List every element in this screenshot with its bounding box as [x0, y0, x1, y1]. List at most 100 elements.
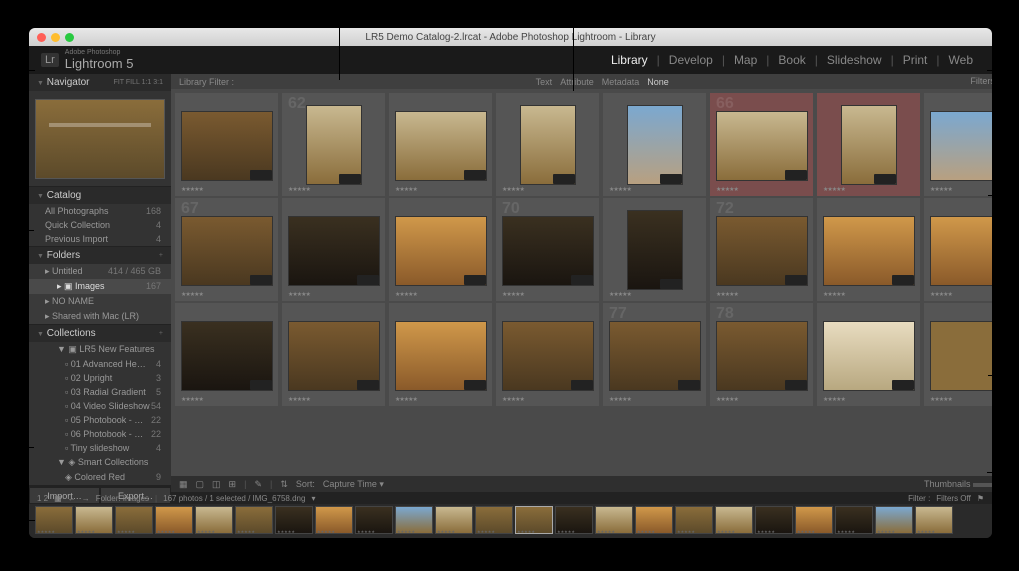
filter-tab-none[interactable]: None	[647, 77, 669, 87]
module-develop[interactable]: Develop	[662, 53, 720, 67]
grid-cell[interactable]: ★★★★★	[603, 198, 706, 301]
back-icon[interactable]: ←	[68, 494, 76, 503]
filmstrip-thumb[interactable]	[555, 506, 593, 534]
grid-cell[interactable]: ★★★★★	[817, 198, 920, 301]
thumbnail[interactable]	[288, 216, 380, 286]
filmstrip-thumb[interactable]	[675, 506, 713, 534]
painter-icon[interactable]: ✎	[254, 479, 262, 490]
filmstrip-thumb[interactable]	[75, 506, 113, 534]
rating-stars[interactable]: ★★★★★	[716, 186, 738, 193]
rating-stars[interactable]: ★★★★★	[288, 186, 310, 193]
grid-cell[interactable]: 77★★★★★	[603, 303, 706, 406]
filmstrip-thumb[interactable]	[835, 506, 873, 534]
folders-header[interactable]: ▼ Folders +	[29, 247, 171, 264]
navigator-preview[interactable]	[29, 91, 171, 186]
grid-cell[interactable]: 72★★★★★	[710, 198, 813, 301]
catalog-item[interactable]: All Photographs168	[29, 204, 171, 218]
rating-stars[interactable]: ★★★★★	[930, 291, 952, 298]
filmstrip-thumb[interactable]	[795, 506, 833, 534]
filmstrip-thumb[interactable]	[915, 506, 953, 534]
rating-stars[interactable]: ★★★★★	[395, 396, 417, 403]
thumbnail[interactable]	[627, 210, 683, 290]
filmstrip-thumb[interactable]	[755, 506, 793, 534]
add-collection-icon[interactable]: +	[159, 330, 163, 337]
filmstrip-thumb[interactable]	[395, 506, 433, 534]
view-mode-loupe-icon[interactable]: ▢	[196, 479, 205, 490]
thumbnail[interactable]	[823, 216, 915, 286]
rating-stars[interactable]: ★★★★★	[823, 291, 845, 298]
thumbnail[interactable]	[181, 216, 273, 286]
collection-item[interactable]: ▫ 05 Photobook - …22	[29, 413, 171, 427]
catalog-header[interactable]: ▼ Catalog	[29, 187, 171, 204]
smart-collections[interactable]: ▼ ◈ Smart Collections	[29, 455, 171, 470]
thumbnail[interactable]	[520, 105, 576, 185]
thumbnail[interactable]	[930, 216, 993, 286]
catalog-item[interactable]: Previous Import4	[29, 232, 171, 246]
sort-dropdown[interactable]: Capture Time ▾	[323, 479, 384, 490]
grid-cell[interactable]: ★★★★★	[496, 303, 599, 406]
view-mode-survey-icon[interactable]: ⊞	[229, 479, 237, 490]
rating-stars[interactable]: ★★★★★	[930, 186, 952, 193]
filmstrip-thumb[interactable]	[35, 506, 73, 534]
module-book[interactable]: Book	[771, 53, 812, 67]
module-slideshow[interactable]: Slideshow	[820, 53, 889, 67]
rating-stars[interactable]: ★★★★★	[502, 291, 524, 298]
filmstrip-thumb[interactable]	[715, 506, 753, 534]
collection-item[interactable]: ▫ 06 Photobook - …22	[29, 427, 171, 441]
grid-cell[interactable]: ★★★★★	[175, 303, 278, 406]
thumbnail[interactable]	[395, 216, 487, 286]
thumbnail[interactable]	[823, 321, 915, 391]
folder-item[interactable]: ▸ ▣ Images167	[29, 279, 171, 294]
titlebar[interactable]: LR5 Demo Catalog-2.lrcat - Adobe Photosh…	[29, 28, 992, 46]
volume-row[interactable]: ▸ NO NAME	[29, 294, 171, 309]
collection-item[interactable]: ▫ 02 Upright3	[29, 371, 171, 385]
catalog-item[interactable]: Quick Collection4	[29, 218, 171, 232]
grid-cell[interactable]: ★★★★★	[389, 198, 492, 301]
thumbnail[interactable]	[716, 216, 808, 286]
thumbnail[interactable]	[306, 105, 362, 185]
source-path[interactable]: Folder: Images	[96, 494, 149, 503]
grid-cell[interactable]: 78★★★★★	[710, 303, 813, 406]
filter-tab-attribute[interactable]: Attribute	[560, 77, 594, 87]
filmstrip-thumb[interactable]	[635, 506, 673, 534]
collection-item[interactable]: ▫ 03 Radial Gradient5	[29, 385, 171, 399]
filmstrip-thumb[interactable]	[195, 506, 233, 534]
filmstrip-thumb[interactable]	[275, 506, 313, 534]
rating-stars[interactable]: ★★★★★	[395, 291, 417, 298]
rating-stars[interactable]: ★★★★★	[181, 396, 203, 403]
thumbnail[interactable]	[395, 321, 487, 391]
filmstrip-thumb[interactable]	[155, 506, 193, 534]
rating-stars[interactable]: ★★★★★	[288, 291, 310, 298]
rating-stars[interactable]: ★★★★★	[823, 186, 845, 193]
view-mode-compare-icon[interactable]: ◫	[212, 479, 221, 490]
rating-stars[interactable]: ★★★★★	[181, 291, 203, 298]
thumbnail[interactable]	[627, 105, 683, 185]
filter-flag-icon[interactable]: ⚑	[977, 494, 984, 503]
grid-cell[interactable]: ★★★★★	[924, 303, 992, 406]
screen-mode-icons[interactable]: 1 2	[37, 494, 48, 503]
thumbnail[interactable]	[502, 216, 594, 286]
thumbnail[interactable]	[609, 321, 701, 391]
volume-row[interactable]: ▸ Untitled 414 / 465 GB	[29, 264, 171, 279]
filter-tab-metadata[interactable]: Metadata	[602, 77, 640, 87]
rating-stars[interactable]: ★★★★★	[716, 396, 738, 403]
thumbnail[interactable]	[288, 321, 380, 391]
filmstrip-thumb[interactable]	[435, 506, 473, 534]
filmstrip[interactable]	[29, 504, 992, 538]
filmstrip-thumb[interactable]	[355, 506, 393, 534]
filmstrip-thumb[interactable]	[595, 506, 633, 534]
thumbnail[interactable]	[395, 111, 487, 181]
filmstrip-thumb[interactable]	[315, 506, 353, 534]
filmstrip-thumb[interactable]	[475, 506, 513, 534]
rating-stars[interactable]: ★★★★★	[609, 291, 631, 298]
thumbnail-grid[interactable]: ★★★★★62★★★★★★★★★★★★★★★★★★★★66★★★★★★★★★★★…	[171, 89, 992, 476]
grid-cell[interactable]: ★★★★★	[496, 93, 599, 196]
forward-icon[interactable]: →	[82, 494, 90, 503]
grid-cell[interactable]: ★★★★★	[817, 93, 920, 196]
grid-cell[interactable]: ★★★★★	[175, 93, 278, 196]
grid-cell[interactable]: ★★★★★	[924, 93, 992, 196]
filmstrip-thumb[interactable]	[235, 506, 273, 534]
filters-off[interactable]: Filters Off 🔒	[970, 76, 992, 87]
filter-tab-text[interactable]: Text	[536, 77, 553, 87]
grid-cell[interactable]: 67★★★★★	[175, 198, 278, 301]
